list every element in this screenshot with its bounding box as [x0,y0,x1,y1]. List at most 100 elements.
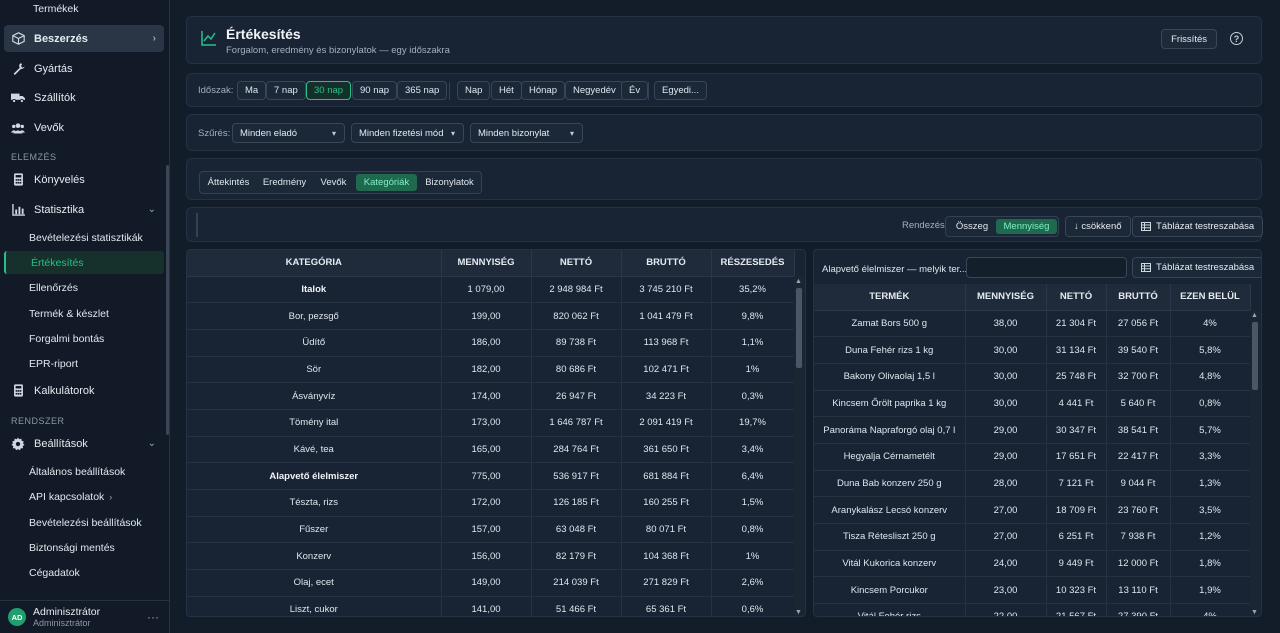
sidebar-scrollbar[interactable] [166,165,169,435]
table-row[interactable]: Duna Fehér rizs 1 kg 30,00 31 134 Ft 39 540… [814,336,1251,364]
tab-kategoriak[interactable]: Kategóriák [356,174,417,191]
table-row[interactable]: Üdítő 186,00 89 738 Ft 113 968 Ft 1,1% [187,329,795,357]
tab-eredmeny[interactable]: Eredmény [259,174,310,191]
table-row[interactable]: Kincsem Őrölt paprika 1 kg 30,00 4 441 Ft 5… [814,390,1251,418]
product-customize-table-button[interactable]: Táblázat testreszabása [1132,257,1261,278]
sidebar-item-szallitok[interactable]: Szállítók [4,84,164,111]
column-header-kategoria[interactable]: KATEGÓRIA [187,250,442,277]
table-row[interactable]: Panoráma Napraforgó olaj 0,7 l 29,00 30 34… [814,416,1251,444]
sidebar-subitem-altalanos-beallitasok[interactable]: Általános beállítások [4,460,164,483]
table-row[interactable]: Zamat Bors 500 g 38,00 21 304 Ft 27 056 Ft 4… [814,310,1251,338]
table-row[interactable]: Sör 182,00 80 686 Ft 102 471 Ft 1% [187,356,795,384]
sidebar-subitem-ellenorzes[interactable]: Ellenőrzés [4,276,164,299]
sidebar-subitem-api-kapcsolatok[interactable]: API kapcsolatok › [4,485,164,508]
category-table-scrollbar[interactable]: ▲ ▼ [794,276,804,616]
sidebar-subitem-bevetelezesi-beallitasok[interactable]: Bevételezési beállítások [4,511,164,534]
custom-period-button[interactable]: Egyedi... [654,81,707,100]
column-header-ezen-belul[interactable]: EZEN BELÜL [1170,284,1251,311]
table-row[interactable]: Olaj, ecet 149,00 214 039 Ft 271 829 Ft 2,6% [187,569,795,597]
document-select[interactable]: Minden bizonylat ▾ [470,123,583,143]
column-header-reszesedes[interactable]: RÉSZESEDÉS [711,250,795,277]
group-chip-negyedev[interactable]: Negyedév [565,81,624,100]
tab-attekintes[interactable]: Áttekintés [203,174,254,191]
user-menu[interactable]: AD Adminisztrátor Adminisztrátor ··· [0,600,169,633]
table-row[interactable]: Tisza Rétesliszt 250 g 27,00 6 251 Ft 7 938… [814,523,1251,551]
column-header-termek[interactable]: TERMÉK [814,284,966,311]
column-header-mennyiseg[interactable]: MENNYISÉG [965,284,1047,311]
period-chip-7-nap[interactable]: 7 nap [266,81,306,100]
period-chip-30-nap[interactable]: 30 nap [306,81,352,100]
table-row[interactable]: Italok 1 079,00 2 948 984 Ft 3 745 210 Ft 35… [187,276,795,304]
tab-bizonylatok[interactable]: Bizonylatok [420,174,479,191]
group-chip-ev[interactable]: Év [621,81,649,100]
sidebar-item-vevok[interactable]: Vevők [4,114,164,141]
table-row[interactable]: Bakony Olivaolaj 1,5 l 30,00 25 748 Ft 32 7… [814,363,1251,391]
table-row[interactable]: Bor, pezsgő 199,00 820 062 Ft 1 041 479 Ft 9… [187,302,795,330]
table-row[interactable]: Kávé, tea 165,00 284 764 Ft 361 650 Ft 3,4% [187,436,795,464]
column-header-mennyiseg[interactable]: MENNYISÉG [441,250,532,277]
sidebar-item-statisztika[interactable]: Statisztika ⌄ [4,196,164,223]
divider [648,82,649,100]
table-cell: 63 048 Ft [531,516,622,544]
tab-vevok[interactable]: Vevők [314,174,353,191]
sidebar-subitem-ertekesites[interactable]: Értékesítés [4,251,164,274]
column-header-brutto[interactable]: BRUTTÓ [621,250,712,277]
table-row[interactable]: Aranykalász Lecsó konzerv 27,00 18 709 Ft 2… [814,496,1251,524]
sidebar-item-termekek[interactable]: Termékek [4,0,164,18]
table-cell: 29,00 [965,416,1047,444]
help-icon[interactable]: ? [1230,32,1243,45]
sidebar-subitem-epr-riport[interactable]: EPR-riport [4,352,164,375]
table-row[interactable]: Hegyalja Cérnametélt 29,00 17 651 Ft 22 417… [814,443,1251,471]
filter-panel: Szűrés: Minden eladó ▾ Minden fizetési mó… [186,114,1262,151]
period-chip-365-nap[interactable]: 365 nap [397,81,448,100]
table-row[interactable]: Konzerv 156,00 82 179 Ft 104 368 Ft 1% [187,542,795,571]
product-name-cell: Kincsem Porcukor [814,576,966,605]
group-chip-nap[interactable]: Nap [457,81,491,100]
table-row[interactable]: Ásványvíz 174,00 26 947 Ft 34 223 Ft 0,3% [187,382,795,410]
section-label-elemzes: ELEMZÉS [11,152,57,162]
scroll-up-icon[interactable]: ▲ [795,278,802,285]
payment-select[interactable]: Minden fizetési mód ▾ [351,123,464,143]
scroll-down-icon[interactable]: ▼ [795,609,802,616]
table-row[interactable]: Kincsem Porcukor 23,00 10 323 Ft 13 110 Ft 1… [814,576,1251,605]
sidebar-subitem-cegadatok[interactable]: Cégadatok [4,561,164,584]
group-chip-het[interactable]: Hét [491,81,522,100]
sidebar-subitem-biztonsagi-mentes[interactable]: Biztonsági mentés [4,536,164,559]
sidebar-item-konyveles[interactable]: Könyvelés [4,166,164,193]
scroll-down-icon[interactable]: ▼ [1251,609,1258,616]
product-table-scrollbar[interactable]: ▲ ▼ [1250,310,1260,616]
table-row[interactable]: Fűszer 157,00 63 048 Ft 80 071 Ft 0,8% [187,516,795,544]
sidebar-item-gyartas[interactable]: Gyártás [4,55,164,82]
period-chip-ma[interactable]: Ma [237,81,267,100]
sidebar-item-kalkulatorok[interactable]: Kalkulátorok [4,377,164,404]
sidebar-item-beszerzes[interactable]: Beszerzés › [4,25,164,52]
scroll-thumb[interactable] [1252,322,1258,390]
product-search-input[interactable] [966,257,1127,278]
sort-direction-button[interactable]: ↓ csökkenő [1065,216,1131,237]
table-row[interactable]: Alapvető élelmiszer 775,00 536 917 Ft 681 8… [187,462,795,490]
table-row[interactable]: Vitál Fehér rizs 22,00 21 567 Ft 27 390 Ft 4… [814,603,1251,616]
sidebar-subitem-termek-keszlet[interactable]: Termék & készlet [4,302,164,325]
customize-table-button[interactable]: Táblázat testreszabása [1132,216,1264,237]
sidebar-subitem-forgalmi-bontas[interactable]: Forgalmi bontás [4,327,164,350]
table-row[interactable]: Tészta, rizs 172,00 126 185 Ft 160 255 Ft 1,… [187,489,795,517]
refresh-button[interactable]: Frissítés [1161,29,1217,49]
scroll-up-icon[interactable]: ▲ [1251,312,1258,319]
seller-select[interactable]: Minden eladó ▾ [232,123,345,143]
sidebar-item-beallitasok[interactable]: Beállítások ⌄ [4,430,164,457]
table-row[interactable]: Tömény ital 173,00 1 646 787 Ft 2 091 419 F… [187,409,795,437]
sidebar-subitem-bevetelezesi-statisztikak[interactable]: Bevételezési statisztikák [4,226,164,249]
column-header-netto[interactable]: NETTÓ [531,250,622,277]
period-chip-90-nap[interactable]: 90 nap [352,81,398,100]
sort-option-osszeg[interactable]: Összeg [949,219,995,234]
table-row[interactable]: Vitál Kukorica konzerv 24,00 9 449 Ft 12 00… [814,550,1251,578]
column-header-brutto[interactable]: BRUTTÓ [1106,284,1171,311]
group-chip-honap[interactable]: Hónap [521,81,565,100]
table-row[interactable]: Liszt, cukor 141,00 51 466 Ft 65 361 Ft 0,6% [187,596,795,616]
more-options-icon[interactable]: ··· [147,610,159,624]
sort-option-mennyiseg[interactable]: Mennyiség [996,219,1057,234]
table-row[interactable]: Duna Bab konzerv 250 g 28,00 7 121 Ft 9 044… [814,470,1251,498]
column-header-netto[interactable]: NETTÓ [1046,284,1107,311]
scroll-thumb[interactable] [796,288,802,368]
table-header-row: TERMÉK MENNYISÉG NETTÓ BRUTTÓ EZEN BELÜL [814,284,1251,311]
